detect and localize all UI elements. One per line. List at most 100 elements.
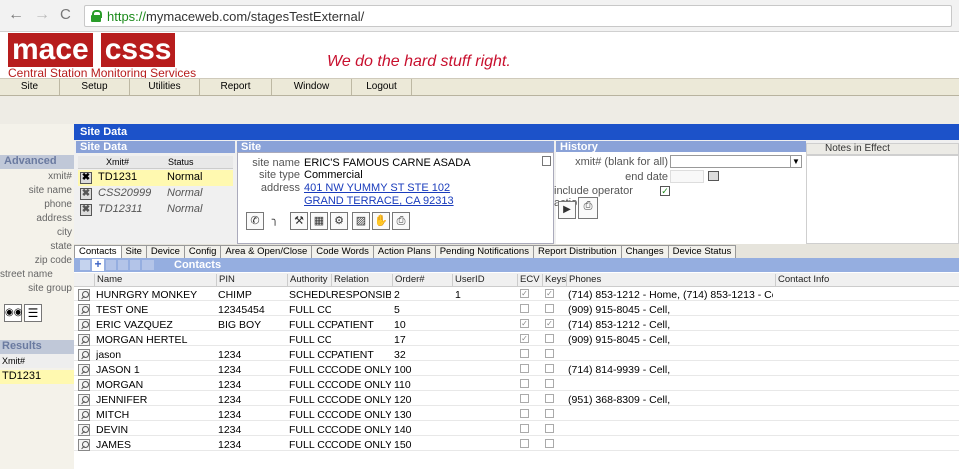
address-line2-link[interactable]: GRAND TERRACE, CA 92313 xyxy=(304,195,454,207)
field-site-name[interactable]: site name xyxy=(0,185,74,196)
checkbox-keys[interactable] xyxy=(545,424,554,433)
checkbox-ecv[interactable] xyxy=(520,349,529,358)
tab-code-words[interactable]: Code Words xyxy=(311,245,374,258)
checkbox-ecv[interactable] xyxy=(520,304,529,313)
results-row[interactable]: TD1231 xyxy=(0,370,74,384)
checkbox-ecv[interactable]: ✓ xyxy=(520,289,529,298)
col-authority[interactable]: Authority xyxy=(287,274,328,287)
operator-actions-checkbox[interactable]: ✓ xyxy=(660,186,670,196)
menu-site[interactable]: Site xyxy=(0,79,60,95)
checkbox-ecv[interactable] xyxy=(520,364,529,373)
history-xmit-select[interactable]: ▼ xyxy=(670,155,802,168)
xmit-row[interactable]: ✖ TD12311 Normal xyxy=(78,202,233,218)
field-site-group[interactable]: site group xyxy=(0,283,74,294)
end-date-input[interactable] xyxy=(670,170,704,183)
tab-device-status[interactable]: Device Status xyxy=(667,245,737,258)
x-icon[interactable]: ✖ xyxy=(80,188,92,200)
checkbox-ecv[interactable] xyxy=(520,439,529,448)
col-pin[interactable]: PIN xyxy=(216,274,235,287)
menu-logout[interactable]: Logout xyxy=(352,79,412,95)
checkbox-keys[interactable] xyxy=(545,304,554,313)
forward-icon[interactable]: → xyxy=(34,6,50,24)
chevron-down-icon[interactable]: ▼ xyxy=(790,156,801,167)
col-keys[interactable]: Keys xyxy=(542,274,566,287)
note-icon[interactable] xyxy=(542,156,551,166)
col-relation[interactable]: Relation xyxy=(331,274,369,287)
magnify-icon[interactable] xyxy=(78,349,90,361)
field-state[interactable]: state xyxy=(0,241,74,252)
menu-utilities[interactable]: Utilities xyxy=(130,79,200,95)
tab-config[interactable]: Config xyxy=(183,245,222,258)
magnify-icon[interactable] xyxy=(78,334,90,346)
table-row[interactable]: ERIC VAZQUEZ BIG BOY FULL CC PATIENT 10 (714)… xyxy=(74,319,959,331)
back-icon[interactable]: ← xyxy=(8,6,24,24)
checkbox-ecv[interactable] xyxy=(520,409,529,418)
checkbox-keys[interactable]: ✓ xyxy=(545,319,554,328)
phone-icon[interactable]: ✆ xyxy=(246,212,264,230)
tab-area-open-close[interactable]: Area & Open/Close xyxy=(220,245,313,258)
col-ecv[interactable]: ECV xyxy=(517,274,540,287)
tab-report-distribution[interactable]: Report Distribution xyxy=(532,245,622,258)
tab-site[interactable]: Site xyxy=(120,245,147,258)
hand-icon[interactable]: ✋ xyxy=(372,212,390,230)
table-row[interactable]: JENNIFER 1234 FULL CC CODE ONLY 120 (951) 368… xyxy=(74,394,959,406)
magnify-icon[interactable] xyxy=(78,364,90,376)
checkbox-keys[interactable] xyxy=(545,364,554,373)
checkbox-ecv[interactable]: ✓ xyxy=(520,334,529,343)
table-row[interactable]: jason 1234 FULL CC PATIENT 32 xyxy=(74,349,959,361)
checkbox-keys[interactable] xyxy=(545,379,554,388)
copy-icon[interactable] xyxy=(106,260,116,270)
x-icon[interactable]: ✖ xyxy=(80,172,92,184)
add-icon[interactable]: + xyxy=(92,258,104,271)
table-row[interactable]: JASON 1 1234 FULL CC CODE ONLY 100 (714) 814-… xyxy=(74,364,959,376)
field-city[interactable]: city xyxy=(0,227,74,238)
col-name[interactable]: Name xyxy=(94,274,122,287)
down-icon[interactable] xyxy=(142,260,154,270)
col-userid[interactable]: UserID xyxy=(452,274,485,287)
table-row[interactable]: MORGAN HERTEL FULL CC 17 (909) 915-8045 - C… xyxy=(74,334,959,346)
play-icon[interactable]: ▶ xyxy=(558,201,576,219)
check-icon[interactable] xyxy=(80,260,90,270)
magnify-icon[interactable] xyxy=(78,394,90,406)
print-icon[interactable]: ⎙ xyxy=(392,212,410,230)
map-icon[interactable]: ▨ xyxy=(352,212,370,230)
menu-setup[interactable]: Setup xyxy=(60,79,130,95)
col-contact-info[interactable]: Contact Info xyxy=(775,274,829,287)
checkbox-keys[interactable] xyxy=(545,409,554,418)
checkbox-keys[interactable]: ✓ xyxy=(545,289,554,298)
table-row[interactable]: HUNRGRY MONKEY CHIMP SCHEDU RESPONSIB 2 1 (714… xyxy=(74,289,959,301)
checkbox-ecv[interactable] xyxy=(520,394,529,403)
calendar-icon[interactable]: ▦ xyxy=(310,212,328,230)
checkbox-ecv[interactable] xyxy=(520,424,529,433)
binoculars-icon[interactable]: ◉◉ xyxy=(4,304,22,322)
up-icon[interactable] xyxy=(130,260,140,270)
col-order[interactable]: Order# xyxy=(392,274,425,287)
xmit-row[interactable]: ✖ TD1231 Normal xyxy=(78,170,233,186)
magnify-icon[interactable] xyxy=(78,289,90,301)
table-row[interactable]: DEVIN 1234 FULL CC CODE ONLY 140 xyxy=(74,424,959,436)
magnify-icon[interactable] xyxy=(78,439,90,451)
checkbox-keys[interactable] xyxy=(545,439,554,448)
calendar-icon[interactable] xyxy=(708,171,719,181)
checkbox-ecv[interactable]: ✓ xyxy=(520,319,529,328)
tab-changes[interactable]: Changes xyxy=(620,245,669,258)
field-zip[interactable]: zip code xyxy=(0,255,74,266)
settings-icon[interactable]: ⚙ xyxy=(330,212,348,230)
table-row[interactable]: MITCH 1234 FULL CC CODE ONLY 130 xyxy=(74,409,959,421)
pin-icon[interactable]: ╮ xyxy=(266,212,284,230)
magnify-icon[interactable] xyxy=(78,424,90,436)
magnify-icon[interactable] xyxy=(78,379,90,391)
tab-device[interactable]: Device xyxy=(145,245,185,258)
xmit-row[interactable]: ✖ CSS20999 Normal xyxy=(78,186,233,202)
table-row[interactable]: JAMES 1234 FULL CC CODE ONLY 150 xyxy=(74,439,959,451)
magnify-icon[interactable] xyxy=(78,304,90,316)
tab-pending-notifications[interactable]: Pending Notifications xyxy=(434,245,534,258)
field-street-name[interactable]: street name xyxy=(0,269,74,280)
print-history-icon[interactable]: ⎙ xyxy=(578,197,598,219)
col-phones[interactable]: Phones xyxy=(566,274,601,287)
field-phone[interactable]: phone xyxy=(0,199,74,210)
reload-icon[interactable]: C xyxy=(60,6,71,23)
menu-report[interactable]: Report xyxy=(200,79,272,95)
checkbox-keys[interactable] xyxy=(545,334,554,343)
tab-action-plans[interactable]: Action Plans xyxy=(372,245,436,258)
